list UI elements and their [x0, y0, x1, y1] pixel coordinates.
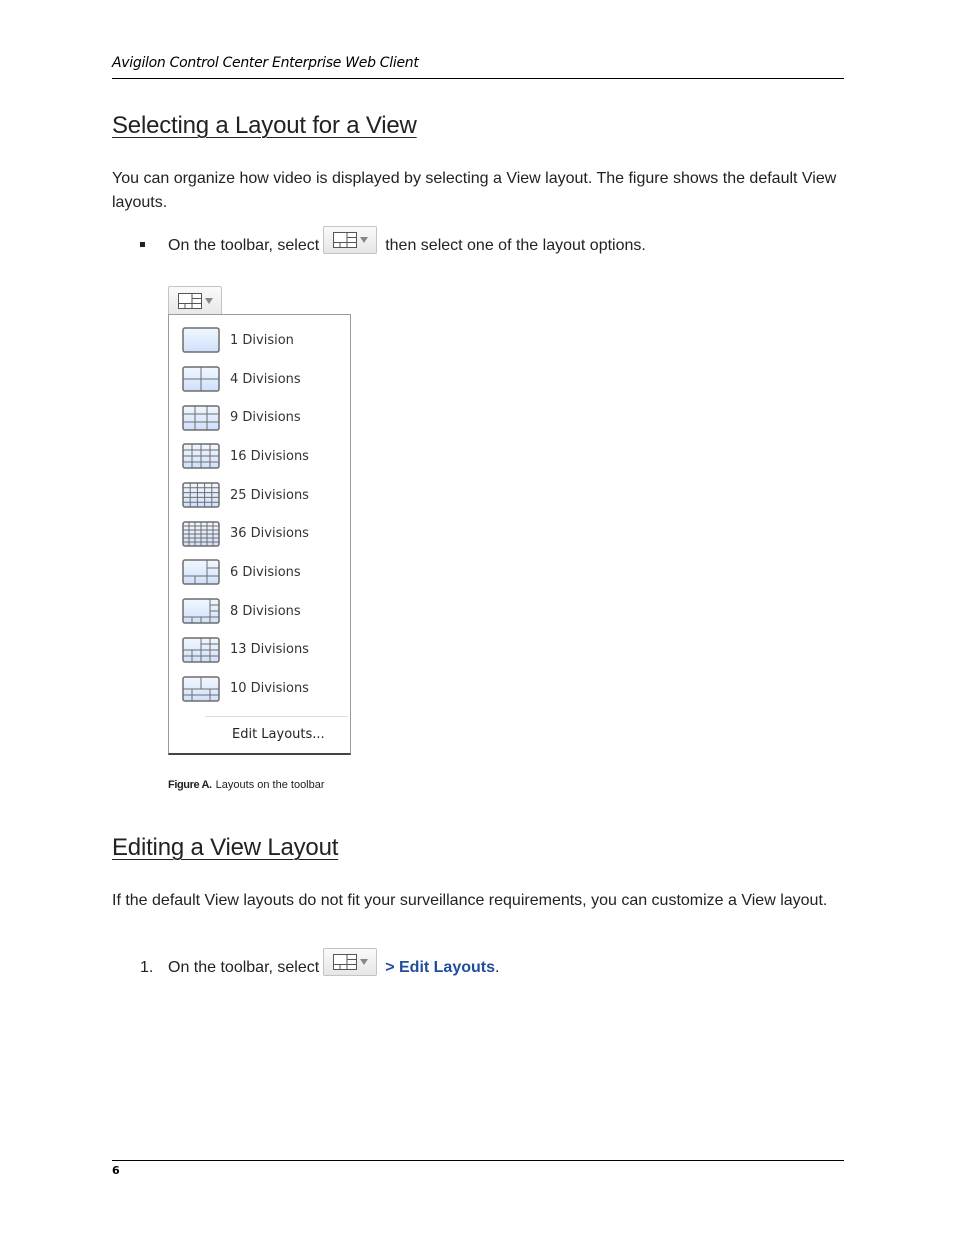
layout-icon: [177, 292, 202, 309]
dropdown-arrow-icon: [359, 237, 368, 243]
layout-menu-item[interactable]: 9 Divisions: [169, 398, 350, 437]
layout-menu-item[interactable]: 16 Divisions: [169, 437, 350, 476]
layout-toolbar-button[interactable]: [323, 948, 378, 976]
edit-layouts-menu-item[interactable]: Edit Layouts...: [169, 717, 350, 753]
numbered-step: 1. On the toolbar, select > Edit Layouts…: [140, 948, 500, 982]
caption-label: Figure A.: [168, 779, 212, 791]
bullet-text-after: then select one of the layout options.: [385, 237, 646, 254]
layout-8-icon: [182, 598, 220, 624]
layout-6-icon: [182, 559, 220, 586]
layout-9-icon: [182, 404, 220, 431]
layout-menu-item-label: 6 Divisions: [230, 564, 301, 580]
layout-toolbar-button[interactable]: [323, 226, 378, 254]
layout-menu-item-label: 4 Divisions: [230, 371, 301, 387]
section-title-editing-layout: Editing a View Layout: [112, 834, 339, 861]
layout-menu-item[interactable]: 1 Division: [169, 321, 350, 360]
layout-13-icon: [182, 637, 220, 663]
layout-menu-item-label: 36 Divisions: [230, 526, 309, 542]
layout-36-icon: [182, 521, 220, 547]
step-number: 1.: [140, 959, 154, 976]
header-rule: [112, 78, 844, 79]
layout-menu-item[interactable]: 25 Divisions: [169, 476, 350, 515]
layout-1-icon: [182, 327, 220, 354]
layout-10-icon: [182, 675, 220, 702]
step-text-after: .: [495, 959, 500, 976]
footer-rule: [112, 1160, 844, 1161]
layout-menu-item-label: 16 Divisions: [230, 448, 309, 464]
layout-menu-item[interactable]: 36 Divisions: [169, 514, 350, 553]
bullet-marker: [140, 237, 168, 255]
layout-icon: [332, 232, 357, 248]
layout-menu-item[interactable]: 13 Divisions: [169, 631, 350, 670]
layout-icon: [332, 954, 357, 970]
section2-paragraph: If the default View layouts do not fit y…: [112, 892, 828, 909]
layout-menu-item-label: 13 Divisions: [230, 642, 309, 658]
dropdown-arrow-icon: [359, 959, 368, 965]
layout-menu-item-label: 10 Divisions: [230, 681, 309, 697]
layout-menu: 1 Division 4 Divisions 9 Divisions 16 Divis…: [168, 314, 351, 755]
layout-16-icon: [182, 443, 220, 470]
layout-menu-item[interactable]: 10 Divisions: [169, 669, 350, 708]
running-header: Avigilon Control Center Enterprise Web C…: [112, 55, 419, 71]
bullet-text-before: On the toolbar, select: [168, 237, 320, 254]
step-text-before: On the toolbar, select: [168, 959, 320, 976]
layout-dropdown-button[interactable]: [168, 286, 222, 314]
layout-menu-item-label: 8 Divisions: [230, 603, 301, 619]
layout-4-icon: [182, 366, 220, 392]
layout-menu-item[interactable]: 8 Divisions: [169, 592, 350, 631]
layout-25-icon: [182, 482, 220, 508]
bullet-item: On the toolbar, select then select one o…: [140, 226, 646, 260]
layout-menu-item[interactable]: 4 Divisions: [169, 360, 350, 399]
dropdown-arrow-icon: [204, 297, 213, 304]
section-title-selecting-layout: Selecting a Layout for a View: [112, 112, 417, 139]
layout-menu-item-label: 1 Division: [230, 332, 294, 348]
edit-layouts-link[interactable]: > Edit Layouts: [385, 959, 495, 977]
layout-menu-item-label: 25 Divisions: [230, 487, 309, 503]
layout-menu-item-label: 9 Divisions: [230, 410, 301, 426]
layout-menu-item[interactable]: 6 Divisions: [169, 553, 350, 592]
page-number: 6: [112, 1164, 120, 1177]
caption-text: Layouts on the toolbar: [215, 779, 325, 791]
figure-caption: Figure A. Layouts on the toolbar: [168, 779, 325, 791]
layouts-figure: 1 Division 4 Divisions 9 Divisions 16 Divis…: [168, 286, 351, 755]
section1-paragraph: You can organize how video is displayed …: [112, 170, 837, 211]
